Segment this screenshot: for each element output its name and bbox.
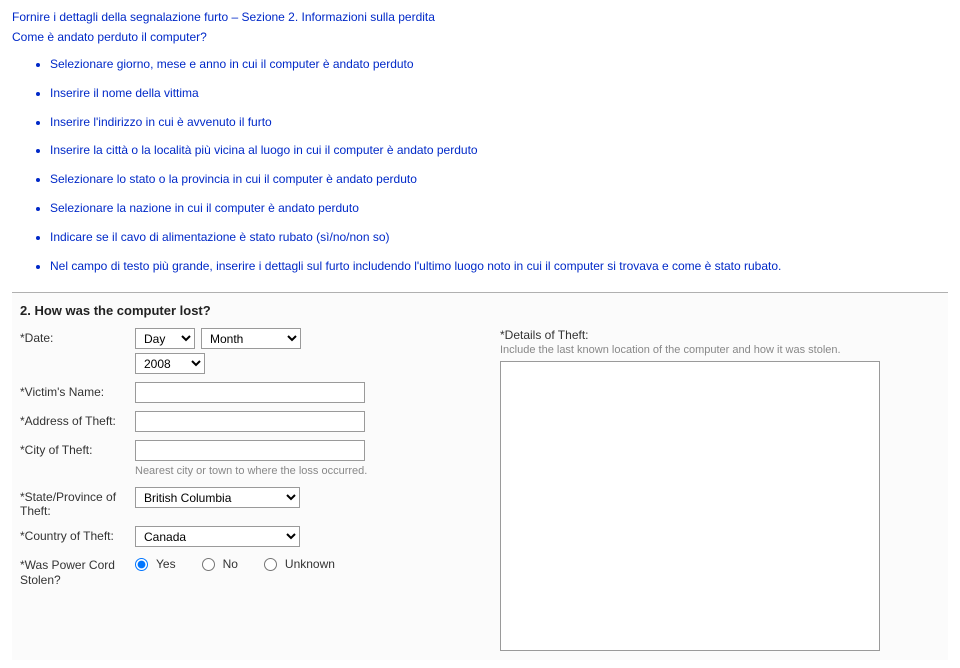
- radio-label-yes: Yes: [156, 557, 176, 571]
- victim-label: *Victim's Name:: [20, 382, 135, 399]
- power-yes-radio[interactable]: [135, 558, 148, 571]
- power-label: *Was Power Cord Stolen?: [20, 555, 135, 587]
- address-label: *Address of Theft:: [20, 411, 135, 428]
- instruction-item: Indicare se il cavo di alimentazione è s…: [50, 229, 948, 246]
- power-no-radio[interactable]: [202, 558, 215, 571]
- instruction-item: Inserire la città o la località più vici…: [50, 142, 948, 159]
- radio-label-unknown: Unknown: [285, 557, 335, 571]
- instruction-item: Selezionare lo stato o la provincia in c…: [50, 171, 948, 188]
- intro-question: Come è andato perduto il computer?: [12, 28, 948, 46]
- country-select[interactable]: Canada: [135, 526, 300, 547]
- country-label: *Country of Theft:: [20, 526, 135, 543]
- section-header: 2. How was the computer lost?: [20, 303, 948, 318]
- year-select[interactable]: 2008: [135, 353, 205, 374]
- month-select[interactable]: Month: [201, 328, 301, 349]
- form-section: 2. How was the computer lost? *Date: Day…: [12, 292, 948, 659]
- details-textarea[interactable]: [500, 361, 880, 651]
- instruction-item: Selezionare giorno, mese e anno in cui i…: [50, 56, 948, 73]
- state-select[interactable]: British Columbia: [135, 487, 300, 508]
- city-note: Nearest city or town to where the loss o…: [135, 464, 440, 478]
- details-note: Include the last known location of the c…: [500, 343, 940, 357]
- day-select[interactable]: Day: [135, 328, 195, 349]
- city-label: *City of Theft:: [20, 440, 135, 457]
- power-cord-radio-group: Yes No Unknown: [135, 555, 440, 571]
- instruction-item: Inserire l'indirizzo in cui è avvenuto i…: [50, 114, 948, 131]
- left-column: *Date: Day Month 2008 *Victim's Name: *A…: [20, 328, 440, 653]
- right-column: *Details of Theft: Include the last know…: [500, 328, 940, 653]
- date-label: *Date:: [20, 328, 135, 345]
- instruction-item: Inserire il nome della vittima: [50, 85, 948, 102]
- victim-input[interactable]: [135, 382, 365, 403]
- state-label: *State/Province of Theft:: [20, 487, 135, 519]
- details-label: *Details of Theft:: [500, 328, 940, 342]
- address-input[interactable]: [135, 411, 365, 432]
- city-input[interactable]: [135, 440, 365, 461]
- intro-title: Fornire i dettagli della segnalazione fu…: [12, 8, 948, 26]
- instruction-item: Nel campo di testo più grande, inserire …: [50, 258, 948, 275]
- instruction-item: Selezionare la nazione in cui il compute…: [50, 200, 948, 217]
- radio-label-no: No: [223, 557, 238, 571]
- power-unknown-radio[interactable]: [264, 558, 277, 571]
- instruction-list: Selezionare giorno, mese e anno in cui i…: [12, 56, 948, 274]
